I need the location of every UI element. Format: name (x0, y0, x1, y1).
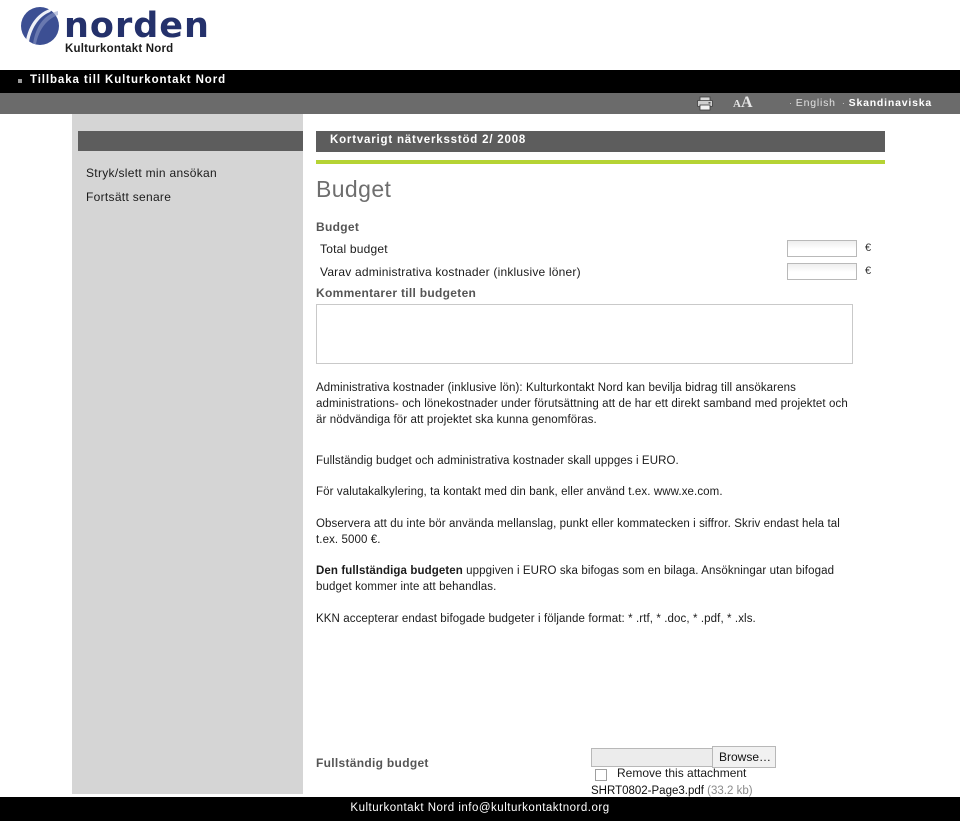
form-title-bar: Kortvarigt nätverksstöd 2/ 2008 (316, 131, 885, 152)
language-scandinavian-link[interactable]: Skandinaviska (849, 97, 932, 109)
file-path-input[interactable] (591, 748, 713, 767)
paragraph-text: Observera att du inte bör använda mellan… (316, 518, 840, 546)
paragraph-full-budget: Den fullständiga budgeten uppgiven i EUR… (316, 563, 856, 595)
main-content: Kortvarigt nätverksstöd 2/ 2008 Budget B… (303, 114, 960, 821)
admin-costs-input[interactable] (787, 263, 857, 280)
budget-comments-label: Kommentarer till budgeten (316, 286, 477, 300)
text-size-toggle[interactable]: AA (733, 94, 753, 112)
euro-symbol-icon: € (865, 242, 872, 254)
paragraph-text: KKN accepterar endast bifogade budgeter … (316, 613, 756, 625)
total-budget-input[interactable] (787, 240, 857, 257)
language-english-link[interactable]: English (796, 97, 836, 109)
budget-comments-textarea[interactable] (316, 304, 853, 364)
norden-circle-swoosh-logo (20, 6, 60, 46)
remove-attachment-checkbox[interactable] (595, 769, 607, 781)
paragraph-text: För valutakalkylering, ta kontakt med di… (316, 486, 723, 498)
paragraph-text: Den fullständiga budgeten uppgiven i EUR… (316, 563, 856, 595)
euro-symbol-icon-2: € (865, 265, 872, 277)
budget-form-block: Budget Total budget € Varav administrati… (316, 220, 876, 286)
paragraph-text: Fullständig budget och administrativa ko… (316, 455, 679, 467)
budget-legend: Budget (316, 220, 360, 234)
sidebar-item-delete-application[interactable]: Stryk/slett min ansökan (86, 166, 301, 180)
paragraph-number-format: Observera att du inte bör använda mellan… (316, 516, 856, 548)
browse-button[interactable]: Browse… (712, 746, 776, 768)
text-size-large-label: A (740, 94, 753, 111)
attachment-label: Fullständig budget (316, 756, 429, 770)
logo-band: norden Kulturkontakt Nord (0, 0, 960, 70)
text-size-small-label: A (733, 98, 741, 110)
lang-bullet-icon-2: · (841, 98, 846, 108)
paragraph-currency-calc: För valutakalkylering, ta kontakt med di… (316, 484, 856, 500)
sidebar: Stryk/slett min ansökan Fortsätt senare (72, 114, 303, 794)
bullet-icon (18, 79, 22, 83)
page-title: Budget (316, 176, 392, 202)
paragraph-accepted-formats: KKN accepterar endast bifogade budgeter … (316, 611, 856, 627)
remove-attachment-label: Remove this attachment (617, 766, 747, 780)
page-root: norden Kulturkontakt Nord Tillbaka till … (0, 0, 960, 821)
utility-bar: AA · English · Skandinaviska (0, 93, 960, 114)
site-logo[interactable]: norden Kulturkontakt Nord (20, 5, 240, 63)
file-name-text: SHRT0802-Page3.pdf (591, 785, 704, 797)
total-budget-label: Total budget (320, 242, 388, 256)
paragraph-bold-lead: Den fullständiga budgeten (316, 565, 463, 577)
logo-wordmark: norden (64, 6, 210, 46)
file-size-text: (33.2 kb) (707, 785, 753, 797)
sidebar-link-list: Stryk/slett min ansökan Fortsätt senare (86, 166, 301, 214)
admin-costs-label: Varav administrativa kostnader (inklusiv… (320, 265, 581, 279)
form-title-text: Kortvarigt nätverksstöd 2/ 2008 (330, 134, 527, 146)
footer-contact-text: Kulturkontakt Nord info@kulturkontaktnor… (350, 802, 610, 814)
language-switcher: · English · Skandinaviska (783, 97, 932, 109)
lang-bullet-icon: · (788, 98, 793, 108)
table-row: Varav administrativa kostnader (inklusiv… (316, 263, 876, 284)
paragraph-admin-costs: Administrativa kostnader (inklusive lön)… (316, 380, 856, 428)
logo-subtitle: Kulturkontakt Nord (65, 43, 174, 55)
paragraph-text: Administrativa kostnader (inklusive lön)… (316, 382, 848, 426)
sidebar-item-continue-later[interactable]: Fortsätt senare (86, 190, 301, 204)
sidebar-header-block (78, 131, 303, 151)
attached-file-name: SHRT0802-Page3.pdf (33.2 kb) (591, 785, 753, 797)
table-row: Total budget € (316, 240, 876, 261)
back-to-kulturkontakt-link[interactable]: Tillbaka till Kulturkontakt Nord (30, 74, 226, 86)
accent-divider (316, 160, 885, 164)
paragraph-euro-required: Fullständig budget och administrativa ko… (316, 453, 856, 469)
print-icon[interactable] (697, 96, 713, 111)
top-nav-bar: Tillbaka till Kulturkontakt Nord (0, 70, 960, 93)
page-footer: Kulturkontakt Nord info@kulturkontaktnor… (0, 797, 960, 821)
